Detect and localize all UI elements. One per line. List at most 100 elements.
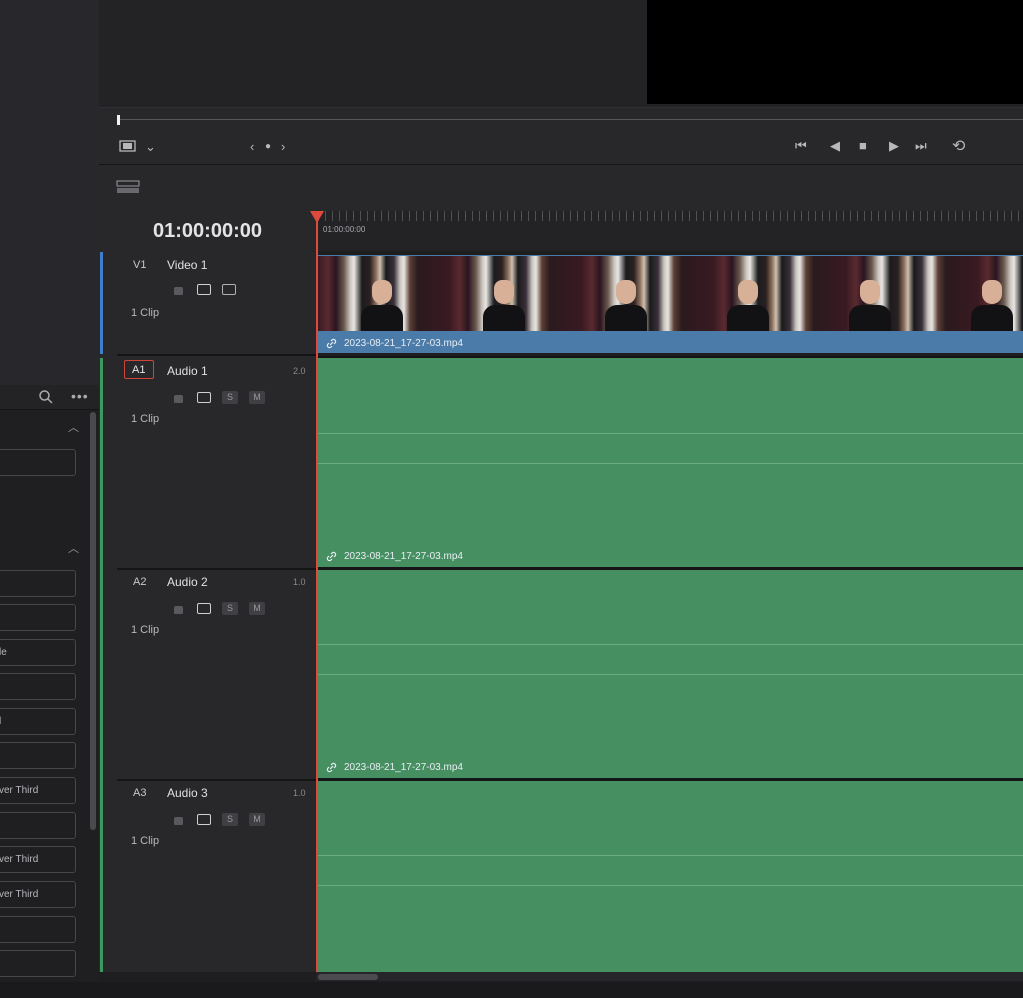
timeline-scrollbar[interactable] bbox=[318, 974, 378, 980]
audio-clip-label-a2: 2023-08-21_17-27-03.mp4 bbox=[344, 762, 463, 773]
effect-item[interactable]: ver Third bbox=[0, 881, 76, 908]
scrub-handle[interactable] bbox=[117, 115, 120, 125]
thumbnail-face bbox=[982, 280, 1002, 304]
effect-item[interactable] bbox=[0, 916, 76, 943]
track-name-a2[interactable]: Audio 2 bbox=[167, 575, 208, 589]
mute-button[interactable]: M bbox=[249, 602, 265, 615]
chevron-up-icon[interactable]: ︿ bbox=[68, 540, 79, 556]
lock-icon[interactable] bbox=[174, 606, 183, 614]
thumbnail-figure bbox=[483, 305, 525, 331]
dot-icon[interactable]: ● bbox=[265, 141, 271, 152]
thumbnail-face bbox=[860, 280, 880, 304]
audio-clip-a3[interactable] bbox=[318, 781, 1023, 972]
audio-indicator bbox=[100, 358, 103, 972]
effect-item[interactable] bbox=[0, 604, 76, 631]
stop-icon[interactable]: ■ bbox=[859, 138, 867, 153]
effect-item[interactable] bbox=[0, 449, 76, 476]
solo-button[interactable]: S bbox=[222, 813, 238, 826]
search-icon[interactable] bbox=[38, 389, 54, 405]
playhead-handle[interactable] bbox=[310, 211, 324, 223]
timecode-display: 01:00:00:00 bbox=[153, 220, 262, 242]
more-icon[interactable]: ••• bbox=[71, 388, 89, 404]
thumbnail-face bbox=[738, 280, 758, 304]
waveform-line bbox=[318, 674, 1023, 675]
track-header-v1[interactable] bbox=[117, 252, 316, 356]
timeline-toolbar bbox=[99, 164, 1023, 212]
play-icon[interactable]: ▶ bbox=[889, 138, 899, 154]
auto-select-icon[interactable] bbox=[197, 814, 211, 825]
thumbnail-figure bbox=[727, 305, 769, 331]
v1-indicator bbox=[100, 252, 103, 354]
link-icon bbox=[326, 762, 337, 773]
mute-button[interactable]: M bbox=[249, 391, 265, 404]
viewer-controls bbox=[99, 107, 1023, 164]
video-clip-label: 2023-08-21_17-27-03.mp4 bbox=[344, 338, 463, 349]
status-bar bbox=[0, 982, 1023, 998]
playhead[interactable] bbox=[316, 211, 318, 973]
link-icon bbox=[326, 551, 337, 562]
track-clip-count-a1: 1 Clip bbox=[131, 413, 160, 425]
lock-icon[interactable] bbox=[174, 395, 183, 403]
mute-button[interactable]: M bbox=[249, 813, 265, 826]
link-icon bbox=[326, 338, 337, 349]
thumbnail-figure bbox=[849, 305, 891, 331]
prev-icon[interactable]: ‹ bbox=[250, 139, 254, 154]
track-level-a3: 1.0 bbox=[293, 788, 306, 798]
viewer-mode-icon[interactable] bbox=[119, 140, 137, 152]
track-id-a1: A1 bbox=[132, 364, 146, 376]
track-header-a3[interactable] bbox=[117, 781, 316, 972]
ruler-label: 01:00:00:00 bbox=[323, 225, 366, 234]
track-level-a1: 2.0 bbox=[293, 366, 306, 376]
solo-button[interactable]: S bbox=[222, 602, 238, 615]
timeline-view-icon[interactable] bbox=[116, 180, 140, 194]
chevron-up-icon[interactable]: ︿ bbox=[68, 419, 79, 435]
effect-item[interactable] bbox=[0, 812, 76, 839]
timeline-scroll-track bbox=[316, 972, 1023, 981]
audio-clip-label-a1: 2023-08-21_17-27-03.mp4 bbox=[344, 551, 463, 562]
auto-select-icon[interactable] bbox=[197, 392, 211, 403]
reverse-icon[interactable]: ◀ bbox=[830, 138, 840, 154]
waveform-line bbox=[318, 463, 1023, 464]
track-id-a2: A2 bbox=[133, 576, 147, 588]
auto-select-icon[interactable] bbox=[197, 284, 211, 295]
track-clip-count-v1: 1 Clip bbox=[131, 307, 160, 319]
track-level-a2: 1.0 bbox=[293, 577, 306, 587]
track-id-v1: V1 bbox=[133, 259, 147, 271]
effect-item[interactable]: ver Third bbox=[0, 846, 76, 873]
track-header-a2[interactable] bbox=[117, 570, 316, 781]
track-name-v1[interactable]: Video 1 bbox=[167, 258, 207, 272]
next-icon[interactable]: › bbox=[281, 139, 285, 154]
chevron-down-icon[interactable]: ⌄ bbox=[145, 139, 156, 155]
effect-item[interactable]: ver Third bbox=[0, 777, 76, 804]
waveform-line bbox=[318, 855, 1023, 856]
thumbnail-figure bbox=[361, 305, 403, 331]
effect-item[interactable] bbox=[0, 570, 76, 597]
viewer-screen bbox=[647, 0, 1023, 104]
film-icon[interactable] bbox=[222, 284, 236, 295]
effect-item[interactable]: l bbox=[0, 708, 76, 735]
track-name-a3[interactable]: Audio 3 bbox=[167, 786, 208, 800]
scrub-bar[interactable] bbox=[118, 119, 1023, 120]
thumbnail-face bbox=[616, 280, 636, 304]
loop-icon[interactable]: ⟲ bbox=[952, 136, 965, 156]
track-clip-count-a3: 1 Clip bbox=[131, 835, 160, 847]
track-header-a1[interactable] bbox=[117, 358, 316, 570]
jump-end-icon[interactable]: ⏭ bbox=[915, 138, 927, 154]
thumbnail-figure bbox=[971, 305, 1013, 331]
waveform-line bbox=[318, 644, 1023, 645]
waveform-line bbox=[318, 885, 1023, 886]
solo-button[interactable]: S bbox=[222, 391, 238, 404]
media-pool-panel bbox=[0, 0, 99, 385]
jump-start-icon[interactable]: ⏮ bbox=[795, 138, 807, 154]
lock-icon[interactable] bbox=[174, 287, 183, 295]
track-clip-count-a2: 1 Clip bbox=[131, 624, 160, 636]
track-name-a1[interactable]: Audio 1 bbox=[167, 364, 208, 378]
effect-item[interactable]: le bbox=[0, 639, 76, 666]
lock-icon[interactable] bbox=[174, 817, 183, 825]
track-id-a3: A3 bbox=[133, 787, 147, 799]
auto-select-icon[interactable] bbox=[197, 603, 211, 614]
effects-scrollbar[interactable] bbox=[90, 412, 96, 830]
effect-item[interactable] bbox=[0, 950, 76, 977]
effect-item[interactable] bbox=[0, 742, 76, 769]
effect-item[interactable] bbox=[0, 673, 76, 700]
